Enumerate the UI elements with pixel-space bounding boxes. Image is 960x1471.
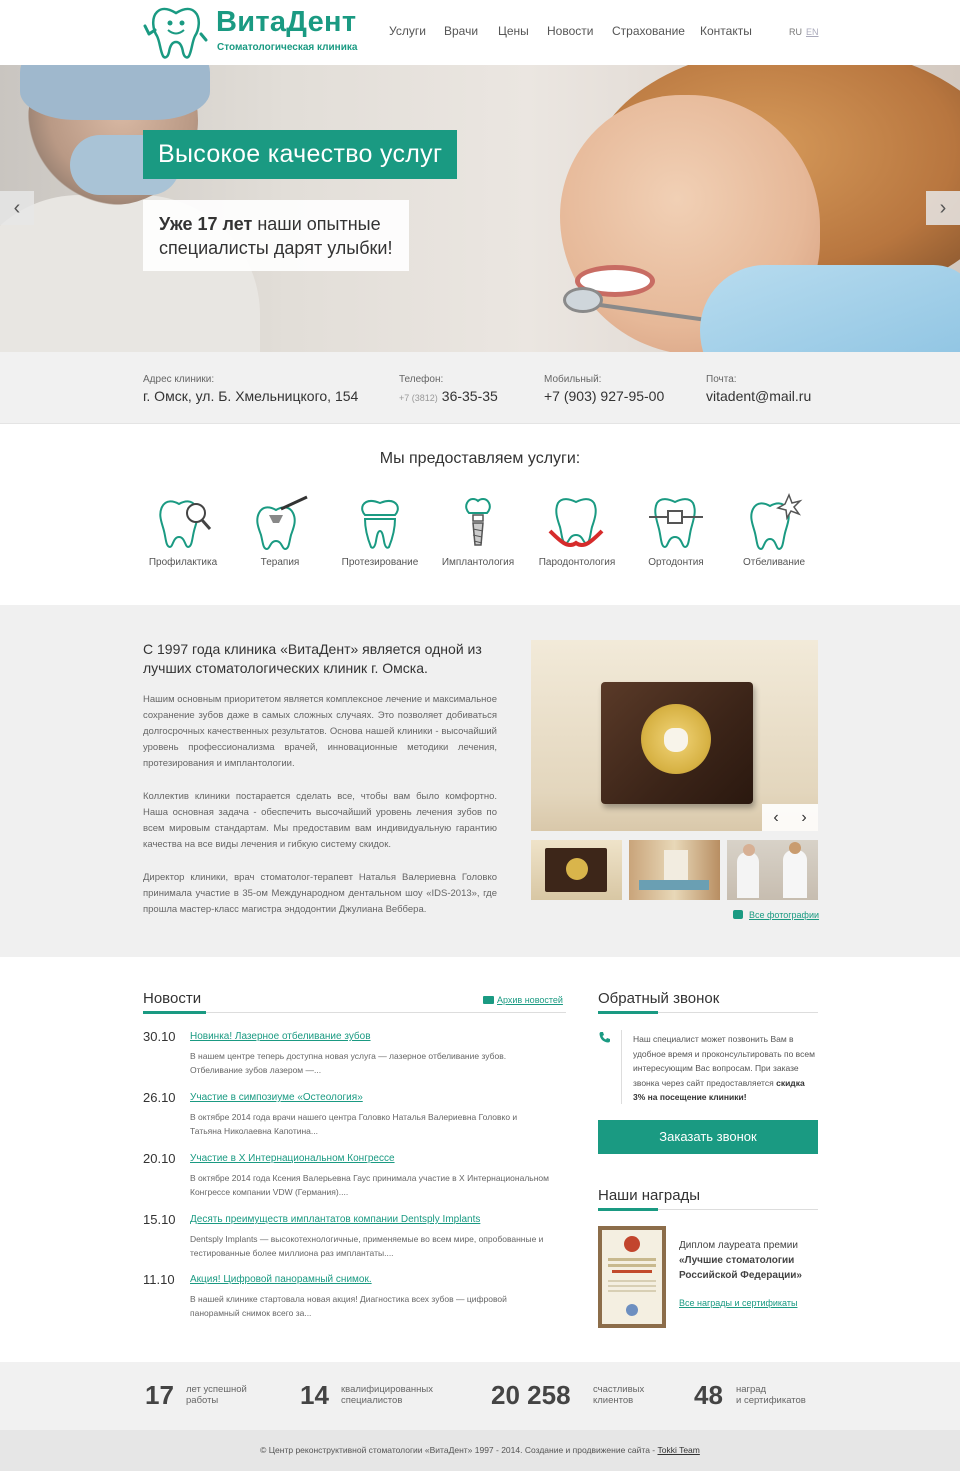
award-diploma-image[interactable]: [598, 1226, 666, 1328]
mail-label: Почта:: [706, 374, 737, 385]
nav-item-doctors[interactable]: Врачи: [444, 24, 478, 38]
news-title-link[interactable]: Новинка! Лазерное отбеливание зубов: [190, 1031, 371, 1042]
stat-label: счастливых клиентов: [593, 1384, 645, 1406]
hero-subtitle: Уже 17 лет наши опытные специалисты даря…: [143, 200, 409, 271]
all-photos-link[interactable]: Все фотографии: [749, 910, 819, 920]
folder-icon: [483, 996, 494, 1004]
stat-label: квалифицированных специалистов: [341, 1384, 433, 1406]
header: ВитаДент Стоматологическая клиника Услуг…: [0, 0, 960, 65]
stat-label: лет успешной работы: [186, 1384, 247, 1406]
nav-item-services[interactable]: Услуги: [389, 24, 426, 38]
phone-value[interactable]: +7 (3812) 36-35-35: [399, 388, 498, 404]
slider-next-button[interactable]: ›: [926, 191, 960, 225]
service-periodontology[interactable]: Пародонтология: [527, 493, 627, 568]
nav-item-prices[interactable]: Цены: [498, 24, 529, 38]
contacts-bar: Адрес клиники: г. Омск, ул. Б. Хмельницк…: [0, 352, 960, 424]
stat-label: наград и сертификатов: [736, 1384, 806, 1406]
service-therapy[interactable]: Терапия: [230, 493, 330, 568]
news-excerpt: В нашей клинике стартовала новая акция! …: [190, 1294, 507, 1318]
service-whitening[interactable]: Отбеливание: [724, 493, 824, 568]
news-excerpt: В октябре 2014 года врачи нашего центра …: [190, 1112, 518, 1136]
address-value: г. Омск, ул. Б. Хмельницкого, 154: [143, 388, 359, 404]
news-title-link[interactable]: Участие в X Интернациональном Конгрессе: [190, 1153, 395, 1164]
nav-item-news[interactable]: Новости: [547, 24, 593, 38]
logo-subtitle: Стоматологическая клиника: [217, 42, 358, 53]
tooth-drill-icon: [256, 495, 308, 551]
gallery-next-button[interactable]: ›: [790, 804, 818, 831]
footer: © Центр реконструктивной стоматологии «В…: [0, 1430, 960, 1471]
developer-link[interactable]: Tokki Team: [658, 1445, 700, 1455]
camera-icon: [733, 910, 743, 919]
news-date: 15.10: [143, 1212, 176, 1227]
tooth-implant-icon: [465, 498, 491, 546]
award-description: Диплом лауреата премии «Лучшие стоматоло…: [679, 1240, 802, 1281]
stat-number: 14: [300, 1380, 329, 1410]
awards-title: Наши награды: [598, 1187, 701, 1204]
about-heading: С 1997 года клиника «ВитаДент» является …: [143, 641, 482, 676]
gallery-prev-button[interactable]: ‹: [762, 804, 790, 831]
tooth-magnifier-icon: [159, 500, 212, 549]
news-excerpt: В нашем центре теперь доступна новая усл…: [190, 1051, 507, 1075]
news-title-link[interactable]: Акция! Цифровой панорамный снимок.: [190, 1274, 372, 1285]
hero-slider: Высокое качество услуг Уже 17 лет наши о…: [0, 65, 960, 352]
phone-label: Телефон:: [399, 374, 444, 385]
news-excerpt: В октябре 2014 года Ксения Валерьевна Га…: [190, 1173, 549, 1197]
mobile-label: Мобильный:: [544, 374, 602, 385]
hero-title: Высокое качество услуг: [143, 130, 458, 179]
news-date: 20.10: [143, 1151, 176, 1166]
news-title: Новости: [143, 990, 202, 1007]
mobile-value[interactable]: +7 (903) 927-95-00: [544, 388, 664, 404]
tooth-braces-icon: [649, 498, 703, 549]
logo-name[interactable]: ВитаДент: [216, 6, 356, 39]
mail-value[interactable]: vitadent@mail.ru: [706, 388, 811, 404]
gallery-thumb-3[interactable]: [727, 840, 818, 900]
stat-number: 17: [145, 1380, 174, 1410]
address-label: Адрес клиники:: [143, 374, 215, 385]
news-date: 11.10: [143, 1272, 175, 1287]
service-orthodontics[interactable]: Ортодонтия: [626, 493, 726, 568]
gallery-thumb-2[interactable]: [629, 840, 720, 900]
about-paragraph-3: Директор клиники, врач стоматолог-терапе…: [143, 872, 497, 915]
news-title-link[interactable]: Участие в симпозиуме «Остеология»: [190, 1092, 363, 1103]
about-paragraph-1: Нашим основным приоритетом является комп…: [143, 694, 497, 769]
tooth-gum-icon: [548, 498, 604, 548]
stat-number: 48: [694, 1380, 723, 1410]
stat-number: 20 258: [491, 1380, 571, 1410]
tooth-sparkle-icon: [750, 493, 803, 551]
tooth-logo-icon[interactable]: [143, 4, 209, 60]
nav-item-insurance[interactable]: Страхование: [612, 24, 685, 38]
phone-icon: [599, 1032, 610, 1043]
gallery-thumb-1[interactable]: [531, 840, 622, 900]
service-prophylaxis[interactable]: Профилактика: [133, 493, 233, 568]
callback-text: Наш специалист может позвонить Вам в удо…: [633, 1034, 815, 1102]
news-archive-link[interactable]: Архив новостей: [497, 995, 563, 1005]
slider-prev-button[interactable]: ‹: [0, 191, 34, 225]
service-implantology[interactable]: Имплантология: [428, 493, 528, 568]
gallery-main-image[interactable]: ‹ ›: [531, 640, 818, 831]
news-date: 26.10: [143, 1090, 176, 1105]
news-date: 30.10: [143, 1029, 176, 1044]
tooth-crown-icon: [361, 500, 399, 549]
order-call-button[interactable]: Заказать звонок: [598, 1120, 818, 1154]
callback-title: Обратный звонок: [598, 990, 720, 1007]
all-awards-link[interactable]: Все награды и сертификаты: [679, 1298, 797, 1308]
news-title-link[interactable]: Десять преимуществ имплантатов компании …: [190, 1214, 480, 1225]
news-excerpt: Dentsply Implants — высокотехнологичные,…: [190, 1234, 544, 1258]
service-prosthetics[interactable]: Протезирование: [330, 493, 430, 568]
services-title: Мы предоставляем услуги:: [379, 450, 581, 467]
nav-item-contacts[interactable]: Контакты: [700, 24, 752, 38]
lang-ru[interactable]: RU: [789, 27, 802, 37]
lang-en[interactable]: EN: [806, 27, 819, 37]
about-paragraph-2: Коллектив клиники постарается сделать вс…: [143, 791, 497, 850]
stats-bar: [0, 1362, 960, 1430]
